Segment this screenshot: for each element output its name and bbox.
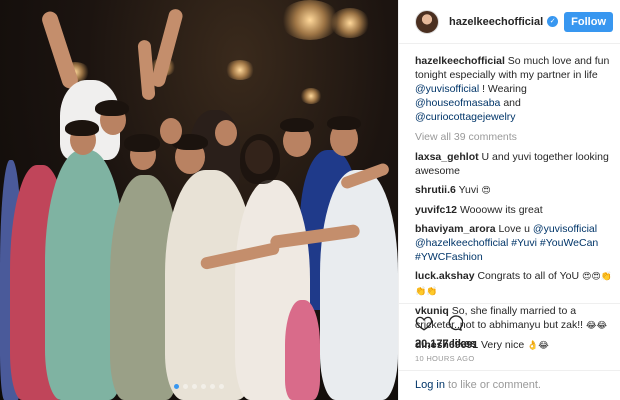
comment-username[interactable]: laxsa_gehlot bbox=[415, 151, 479, 163]
face bbox=[160, 118, 182, 144]
chandelier-light bbox=[330, 8, 370, 38]
carousel-dot[interactable] bbox=[201, 384, 206, 389]
heart-icon[interactable] bbox=[415, 314, 433, 332]
comment-text: Woooww its great bbox=[459, 204, 543, 216]
mention-link[interactable]: @houseofmasaba bbox=[415, 97, 500, 109]
hair bbox=[327, 116, 361, 130]
mention-link[interactable]: @yuvisofficial bbox=[415, 83, 479, 95]
face bbox=[215, 120, 237, 146]
comment-item: shrutii.6 Yuvi 😍 bbox=[415, 183, 613, 198]
comment-item: laxsa_gehlot U and yuvi together looking… bbox=[415, 150, 613, 178]
carousel-dot[interactable] bbox=[210, 384, 215, 389]
post-header: hazelkeechofficial ✓ Follow bbox=[399, 0, 620, 44]
raised-arm bbox=[137, 39, 156, 101]
avatar[interactable] bbox=[415, 9, 439, 34]
comment-text: Yuvi bbox=[458, 184, 479, 196]
post-sidebar: hazelkeechofficial ✓ Follow hazelkeechof… bbox=[398, 0, 620, 400]
action-icons bbox=[415, 312, 605, 334]
hashtag-link[interactable]: #Yuvi bbox=[511, 237, 537, 249]
carousel-dots[interactable] bbox=[0, 384, 398, 389]
carousel-dot[interactable] bbox=[219, 384, 224, 389]
caption-text: ! Wearing bbox=[482, 83, 527, 95]
comment-username[interactable]: bhaviyam_arora bbox=[415, 223, 496, 235]
comment-item: bhaviyam_arora Love u @yuvisofficial @ha… bbox=[415, 222, 613, 264]
ceiling-light bbox=[300, 88, 322, 104]
mention-link[interactable]: @hazelkeechofficial bbox=[415, 237, 508, 249]
raised-arm bbox=[149, 7, 185, 89]
caption-username[interactable]: hazelkeechofficial bbox=[415, 55, 505, 67]
post-timestamp: 10 HOURS AGO bbox=[415, 354, 475, 363]
carousel-dot[interactable] bbox=[183, 384, 188, 389]
post-actions: 20,177 likes 10 HOURS AGO bbox=[399, 303, 620, 363]
username-link[interactable]: hazelkeechofficial bbox=[449, 16, 543, 28]
login-prompt-text: to like or comment. bbox=[448, 379, 541, 391]
comment-text: Love u bbox=[498, 223, 530, 235]
comment-username[interactable]: yuvifc12 bbox=[415, 204, 457, 216]
hair bbox=[124, 134, 160, 152]
verified-badge-icon: ✓ bbox=[547, 16, 559, 27]
hair bbox=[280, 118, 314, 132]
comment-text: Congrats to all of YoU bbox=[477, 270, 580, 282]
guest-white-shirt-right bbox=[320, 170, 398, 400]
post-photo bbox=[0, 0, 398, 400]
hashtag-link[interactable]: #YWCFashion bbox=[415, 251, 483, 263]
follow-button[interactable]: Follow bbox=[564, 11, 613, 32]
ceiling-light bbox=[225, 60, 255, 80]
login-link[interactable]: Log in bbox=[415, 379, 445, 391]
comment-item: yuvifc12 Woooww its great bbox=[415, 203, 613, 217]
hair bbox=[65, 120, 99, 136]
carousel-dot[interactable] bbox=[174, 384, 179, 389]
likes-count[interactable]: 20,177 likes bbox=[415, 338, 605, 350]
post-caption: hazelkeechofficial So much love and fun … bbox=[415, 54, 613, 124]
comment-item: luck.akshay Congrats to all of YoU 😍😍👏👏👏 bbox=[415, 269, 613, 299]
mention-link[interactable]: @yuvisofficial bbox=[533, 223, 597, 235]
hashtag-link[interactable]: #YouWeCan bbox=[540, 237, 598, 249]
mention-link[interactable]: @curiocottagejewelry bbox=[415, 111, 516, 123]
emoji-heart-eyes-icon: 😍 bbox=[481, 186, 491, 196]
raised-arm bbox=[40, 9, 80, 91]
comment-username[interactable]: shrutii.6 bbox=[415, 184, 456, 196]
comment-username[interactable]: luck.akshay bbox=[415, 270, 475, 282]
carousel-dot[interactable] bbox=[192, 384, 197, 389]
view-all-comments-link[interactable]: View all 39 comments bbox=[415, 130, 613, 144]
caption-text: and bbox=[503, 97, 521, 109]
comment-icon[interactable] bbox=[445, 314, 463, 332]
login-prompt: Log in to like or comment. bbox=[399, 370, 620, 400]
hair bbox=[95, 100, 129, 116]
hair bbox=[240, 134, 280, 184]
